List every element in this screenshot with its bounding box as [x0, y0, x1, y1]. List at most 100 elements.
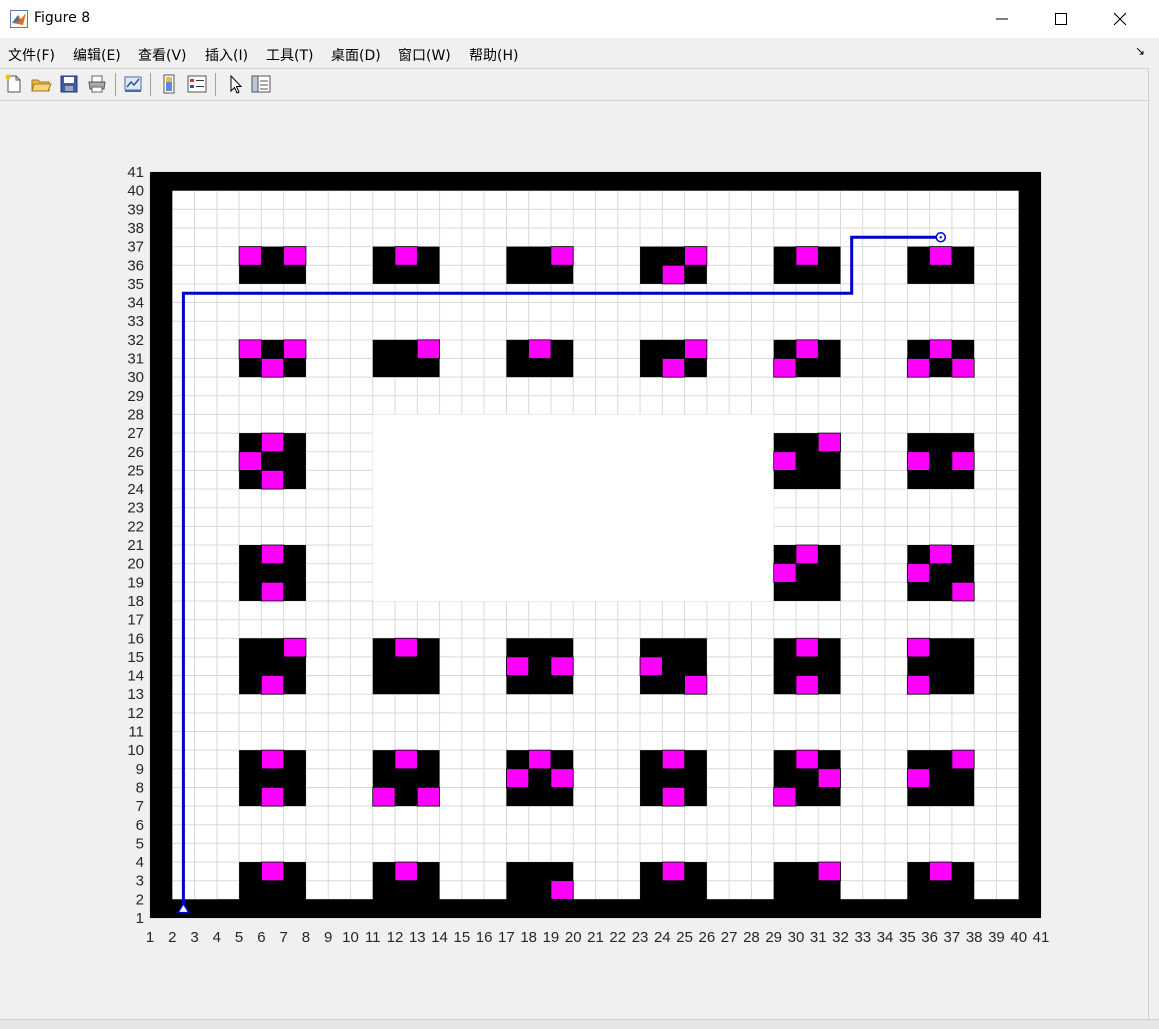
- shelf-item-cell: [260, 787, 285, 807]
- x-tick-label: 3: [190, 929, 198, 946]
- x-tick-label: 29: [765, 929, 782, 946]
- y-tick-label: 37: [127, 239, 144, 256]
- shelf-item-cell: [394, 246, 418, 266]
- x-tick-label: 13: [409, 929, 426, 946]
- shelf-item-cell: [550, 246, 574, 266]
- shelf-item-cell: [238, 451, 262, 471]
- y-tick-label: 20: [127, 556, 144, 573]
- shelf-item-cell: [372, 787, 396, 807]
- x-tick-label: 4: [213, 929, 221, 946]
- x-tick-label: 14: [431, 929, 448, 946]
- x-tick-label: 24: [654, 929, 671, 946]
- shelf-item-cell: [951, 581, 975, 602]
- x-tick-label: 30: [788, 929, 805, 946]
- shelf-item-cell: [951, 749, 975, 770]
- y-tick-label: 19: [127, 574, 144, 591]
- shelf-item-cell: [951, 451, 975, 471]
- shelf-item-cell: [661, 787, 686, 807]
- open-area: [372, 414, 774, 601]
- shelf-item-cell: [260, 675, 285, 695]
- shelf-item-cell: [550, 768, 574, 788]
- y-tick-label: 11: [128, 724, 144, 741]
- shelf-item-cell: [550, 656, 574, 676]
- y-tick-label: 15: [127, 649, 144, 666]
- y-tick-label: 13: [127, 686, 144, 703]
- shelf-item-cell: [906, 637, 931, 658]
- shelf-item-cell: [260, 544, 285, 565]
- y-tick-label: 7: [136, 798, 144, 815]
- x-tick-label: 33: [854, 929, 871, 946]
- x-tick-label: 7: [279, 929, 287, 946]
- shelf-item-cell: [550, 880, 574, 900]
- shelf-item-cell: [661, 358, 686, 378]
- y-tick-label: 34: [127, 295, 144, 312]
- x-tick-label: 39: [988, 929, 1005, 946]
- shelf-item-cell: [773, 358, 797, 378]
- y-tick-label: 17: [127, 612, 144, 629]
- shelf-item-cell: [906, 358, 931, 378]
- shelf-item-cell: [661, 749, 686, 770]
- y-tick-label: 35: [127, 276, 144, 293]
- y-tick-label: 25: [127, 462, 144, 479]
- shelf-item-cell: [661, 861, 686, 882]
- y-tick-label: 29: [127, 388, 144, 405]
- shelf-item-cell: [505, 656, 530, 676]
- y-tick-label: 40: [127, 183, 144, 200]
- x-tick-label: 28: [743, 929, 760, 946]
- shelf-item-cell: [929, 246, 953, 266]
- x-tick-label: 26: [699, 929, 716, 946]
- y-tick-label: 5: [136, 835, 144, 852]
- shelf-item-cell: [394, 637, 418, 658]
- x-tick-label: 23: [632, 929, 649, 946]
- x-tick-label: 8: [302, 929, 310, 946]
- y-tick-label: 31: [127, 351, 144, 368]
- y-tick-label: 36: [127, 257, 144, 274]
- x-tick-label: 22: [609, 929, 626, 946]
- shelf-item-cell: [795, 544, 819, 565]
- shelf-item-cell: [238, 339, 262, 359]
- shelf-item-cell: [260, 358, 285, 378]
- x-tick-label: 5: [235, 929, 243, 946]
- shelf-item-cell: [283, 339, 307, 359]
- obstacle-block: [150, 172, 173, 918]
- shelf-item-cell: [528, 339, 552, 359]
- shelf-item-cell: [773, 563, 797, 583]
- x-tick-label: 11: [365, 929, 381, 946]
- x-tick-label: 2: [168, 929, 176, 946]
- shelf-item-cell: [906, 563, 931, 583]
- x-tick-label: 9: [324, 929, 332, 946]
- y-tick-label: 18: [127, 593, 144, 610]
- shelf-item-cell: [416, 339, 440, 359]
- y-tick-label: 12: [127, 705, 144, 722]
- x-tick-label: 35: [899, 929, 916, 946]
- shelf-item-cell: [795, 749, 819, 770]
- shelf-item-cell: [394, 861, 418, 882]
- shelf-item-cell: [951, 358, 975, 378]
- shelf-item-cell: [684, 675, 708, 695]
- shelf-item-cell: [528, 749, 552, 770]
- x-tick-label: 12: [387, 929, 404, 946]
- shelf-item-cell: [661, 264, 686, 285]
- shelf-item-cell: [795, 675, 819, 695]
- y-tick-label: 14: [127, 668, 144, 685]
- y-tick-label: 26: [127, 444, 144, 461]
- shelf-item-cell: [260, 749, 285, 770]
- x-tick-label: 19: [543, 929, 560, 946]
- x-tick-label: 27: [721, 929, 738, 946]
- shelf-item-cell: [639, 656, 663, 676]
- grid-map-plot[interactable]: 1 2 3 4 5 6 7 8 9 10 11 12 13 14 15 16 17 18 19 20 21 22 23 24 2…: [0, 0, 1148, 1018]
- shelf-item-cell: [817, 432, 841, 453]
- y-tick-label: 10: [127, 742, 144, 759]
- x-tick-label: 37: [944, 929, 961, 946]
- window-right-border: [1148, 68, 1149, 1020]
- y-tick-label: 4: [136, 854, 144, 871]
- y-tick-label: 16: [127, 630, 144, 647]
- x-tick-label: 15: [454, 929, 471, 946]
- x-tick-label: 17: [498, 929, 515, 946]
- y-tick-label: 6: [136, 817, 144, 834]
- x-tick-label: 34: [877, 929, 894, 946]
- y-tick-label: 41: [127, 164, 144, 181]
- y-tick-label: 30: [127, 369, 144, 386]
- y-tick-label: 3: [136, 873, 144, 890]
- shelf-item-cell: [416, 787, 440, 807]
